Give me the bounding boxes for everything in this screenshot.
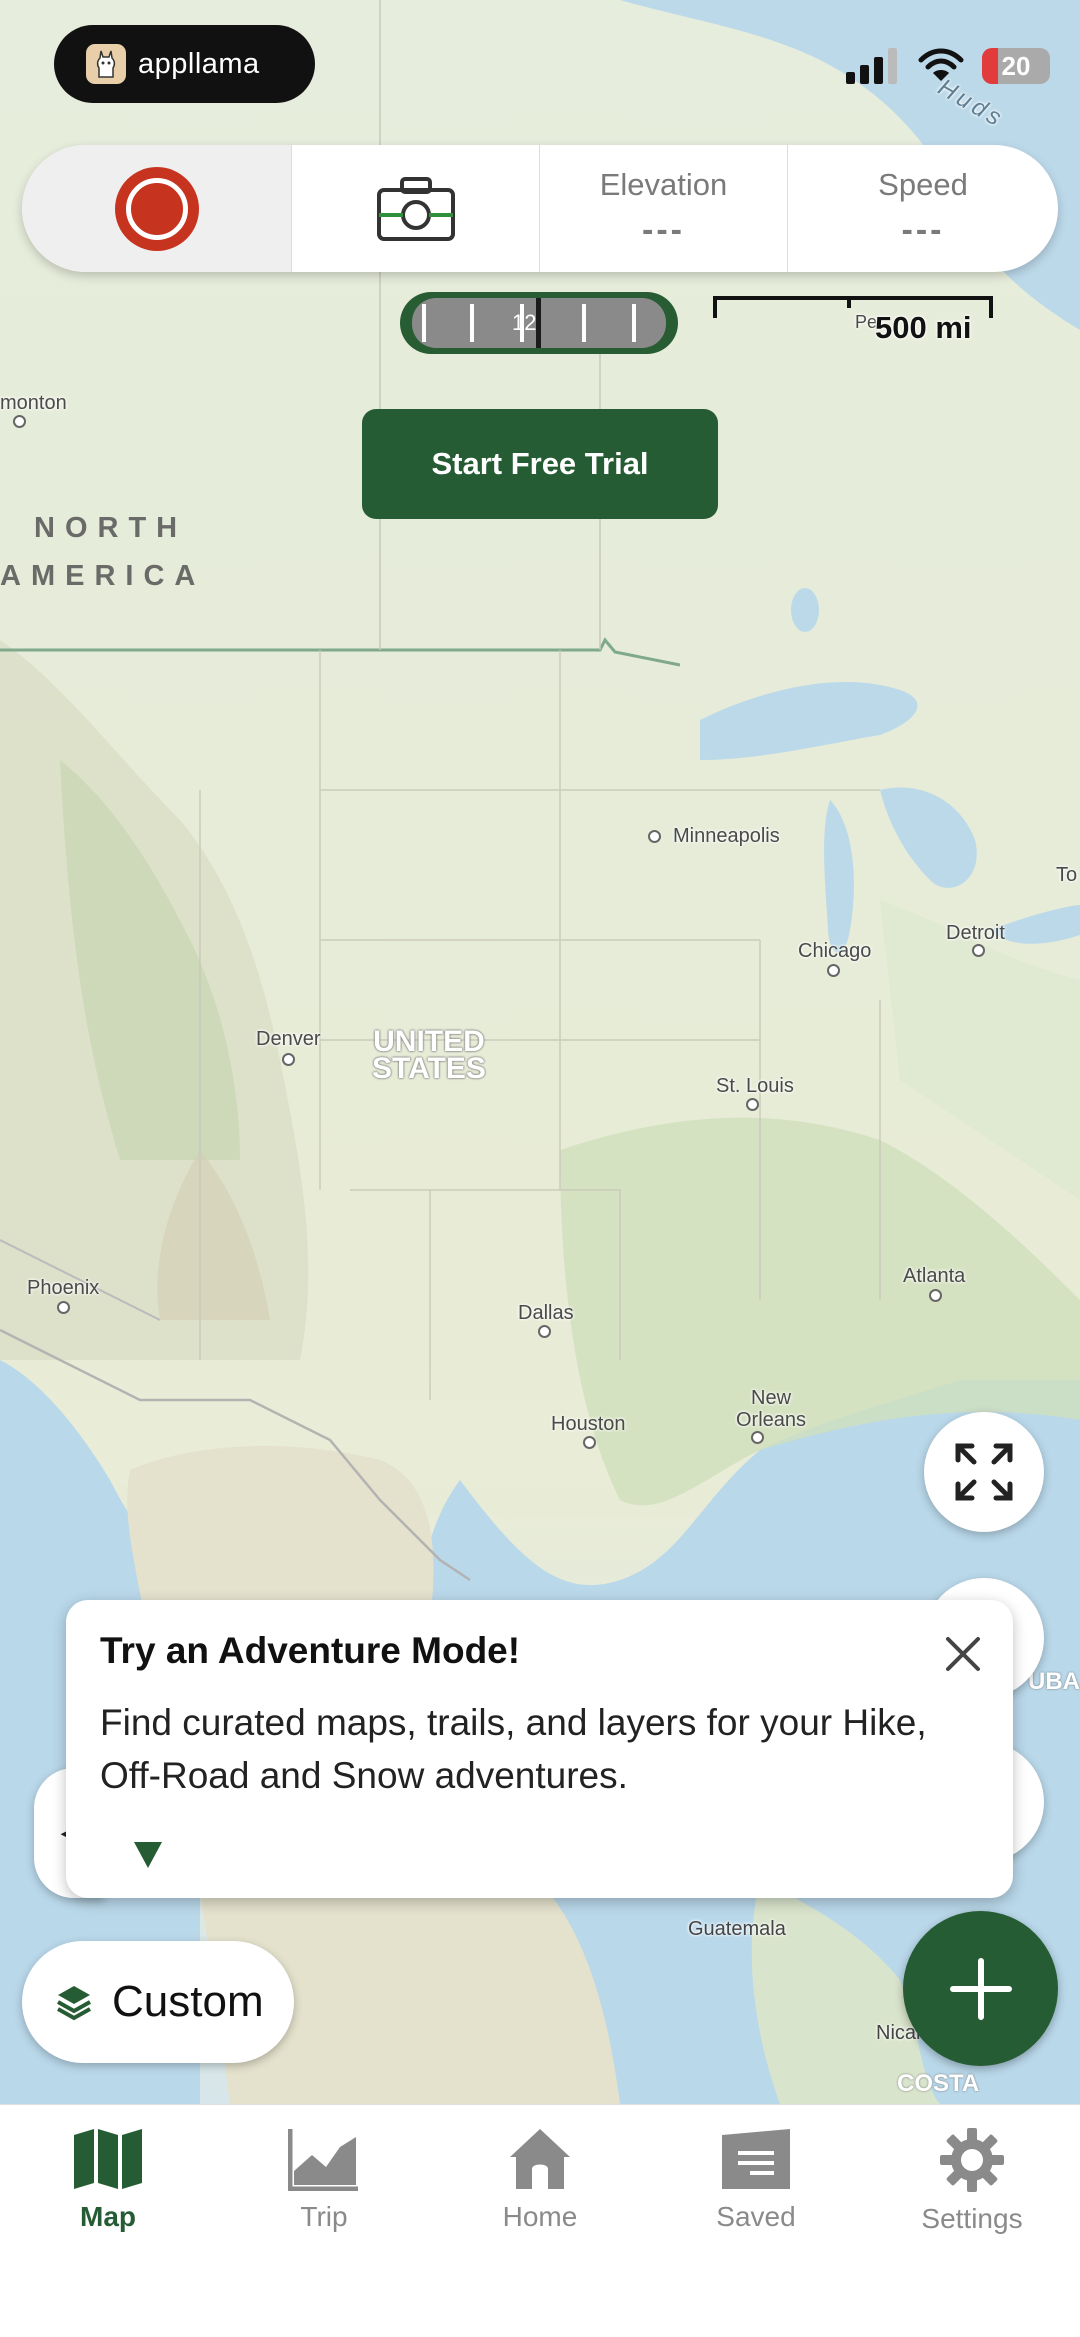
city-label-chicago: Chicago [798, 940, 872, 962]
camera-button[interactable] [292, 145, 540, 272]
fullscreen-button[interactable] [924, 1412, 1044, 1532]
adventure-mode-tooltip: Try an Adventure Mode! Find curated maps… [66, 1600, 1013, 1898]
country-label-us: UNITED STATES [372, 1025, 486, 1085]
city-label-dallas: Dallas [518, 1302, 574, 1324]
city-dot [972, 944, 985, 957]
llama-logo-icon [86, 44, 126, 84]
tab-home[interactable]: Home [432, 2105, 648, 2337]
city-dot [13, 415, 26, 428]
city-dot [929, 1289, 942, 1302]
signal-icon [846, 48, 897, 84]
tab-map[interactable]: Map [0, 2105, 216, 2337]
speed-value: --- [901, 211, 945, 249]
speed-stat: Speed --- [788, 145, 1058, 272]
city-dot [746, 1098, 759, 1111]
tab-label: Trip [300, 2201, 348, 2232]
start-free-trial-button[interactable]: Start Free Trial [362, 409, 718, 519]
zoom-level: 12 [512, 310, 537, 335]
city-label-new-orleans-2: Orleans [736, 1409, 807, 1431]
tooltip-title: Try an Adventure Mode! [100, 1630, 521, 1671]
tab-saved[interactable]: Saved [648, 2105, 864, 2337]
tab-settings[interactable]: Settings [864, 2105, 1080, 2337]
tab-label: Saved [716, 2201, 796, 2232]
city-dot [282, 1053, 295, 1066]
city-label-minneapolis: Minneapolis [673, 825, 780, 847]
brand-name: appllama [138, 47, 260, 80]
plus-icon [949, 1957, 1012, 2020]
city-label-atlanta: Atlanta [903, 1265, 966, 1287]
add-button[interactable] [903, 1911, 1058, 2066]
country-label-cuba: UBA [1028, 1668, 1080, 1695]
pointer-arrow-icon [134, 1842, 162, 1868]
gear-icon [940, 2128, 1004, 2192]
tab-label: Home [502, 2201, 578, 2232]
city-label-guatemala: Guatemala [688, 1918, 786, 1940]
city-dot [648, 830, 661, 843]
custom-label: Custom [112, 1977, 264, 2026]
city-label-costa: COSTA [897, 2070, 980, 2097]
tab-trip[interactable]: Trip [216, 2105, 432, 2337]
city-label-phoenix: Phoenix [27, 1277, 100, 1299]
city-label-edmonton: monton [0, 392, 67, 414]
close-icon[interactable] [943, 1634, 983, 1674]
city-label-detroit: Detroit [946, 922, 1005, 944]
battery-icon: 20 [982, 48, 1050, 84]
scale-label: 500 mi [875, 310, 972, 345]
custom-layers-button[interactable]: Custom [22, 1941, 294, 2063]
city-label-denver: Denver [256, 1028, 321, 1050]
city-dot [538, 1325, 551, 1338]
tooltip-body: Find curated maps, trails, and layers fo… [100, 1702, 927, 1796]
record-button[interactable] [22, 145, 292, 272]
top-toolbar: Elevation --- Speed --- [22, 145, 1058, 272]
city-label-houston: Houston [551, 1413, 626, 1435]
city-dot [827, 964, 840, 977]
tab-label: Settings [921, 2203, 1023, 2234]
tab-label: Map [80, 2201, 136, 2232]
country-line-2: STATES [372, 1052, 486, 1085]
city-dot [57, 1301, 70, 1314]
city-label-st-louis: St. Louis [716, 1075, 794, 1097]
expand-icon [955, 1443, 1013, 1501]
zoom-track: 12 [412, 298, 666, 348]
wifi-icon [918, 48, 964, 81]
battery-level: 20 [1001, 50, 1031, 81]
city-label-new-orleans: New Orleans [736, 1387, 806, 1431]
city-dot [583, 1436, 596, 1449]
elevation-label: Elevation [599, 167, 728, 202]
camera-icon [376, 176, 455, 241]
city-dot [751, 1431, 764, 1444]
speed-label: Speed [878, 167, 968, 202]
region-label-america: AMERICA [0, 560, 206, 592]
saved-icon [722, 2129, 790, 2189]
region-label-north: NORTH [34, 512, 188, 544]
map-icon [74, 2129, 142, 2189]
record-icon [114, 166, 199, 251]
country-line-1: UNITED [373, 1025, 485, 1058]
zoom-slider[interactable]: 12 [400, 292, 678, 354]
city-label-toronto: To [1056, 864, 1078, 886]
status-icons: 20 [846, 48, 1050, 84]
home-icon [510, 2129, 570, 2189]
chart-icon [288, 2129, 358, 2191]
elevation-stat: Elevation --- [540, 145, 788, 272]
brand-pill[interactable]: appllama [54, 25, 315, 103]
zoom-indicator [536, 298, 541, 348]
layers-icon [57, 1986, 91, 2021]
elevation-value: --- [642, 211, 685, 249]
bottom-tab-bar: Map Trip Home Saved Settings [0, 2104, 1080, 2337]
city-label-new-orleans-1: New [751, 1387, 792, 1409]
